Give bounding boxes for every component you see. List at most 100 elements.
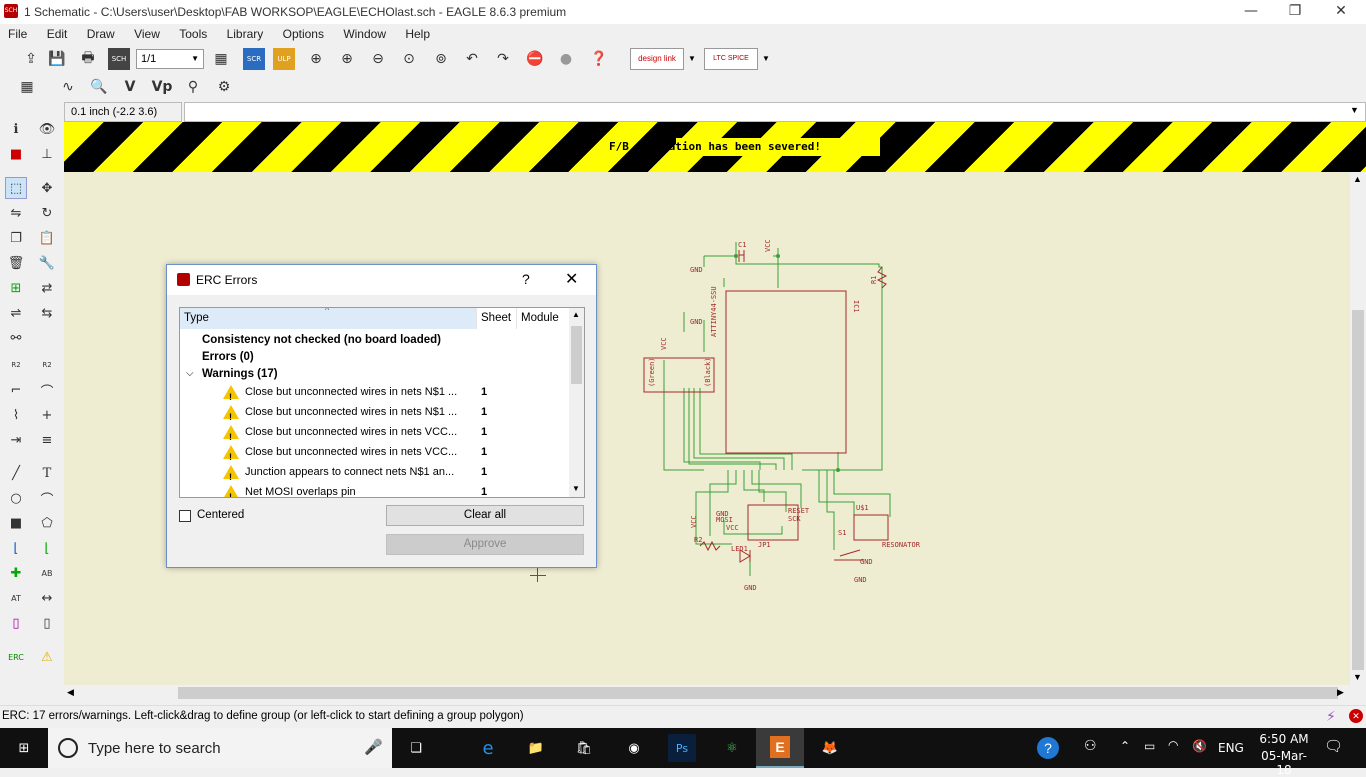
move-icon[interactable]: ✥ <box>36 177 58 199</box>
menu-view[interactable]: View <box>126 24 168 41</box>
battery-icon[interactable]: ▭ <box>1144 739 1155 753</box>
dialog-close-button[interactable]: ✕ <box>565 269 578 288</box>
delete-icon[interactable]: 🗑 <box>5 252 27 274</box>
zoom-select-icon[interactable]: ⊚ <box>430 48 452 70</box>
list-scrollbar[interactable]: ▲ ▼ <box>569 308 584 497</box>
polygon-icon[interactable]: ⬠ <box>36 512 58 534</box>
chevron-down-icon[interactable]: ⌵ <box>186 364 194 384</box>
swap-gate-icon[interactable]: ⇆ <box>36 302 58 324</box>
replace-icon[interactable]: ⇄ <box>36 277 58 299</box>
help-icon[interactable]: ❓ <box>588 48 610 70</box>
port-icon[interactable]: ▯ <box>36 612 58 634</box>
notifications-icon[interactable]: 🗨 <box>1324 737 1343 755</box>
chevron-up-icon[interactable]: ⌃ <box>1120 739 1130 753</box>
table-row[interactable]: Junction appears to connect nets N$1 an.… <box>180 462 570 487</box>
table-row[interactable]: Close but unconnected wires in nets VCC.… <box>180 442 570 467</box>
save-icon[interactable]: 💾 <box>46 48 68 70</box>
webcam-icon[interactable]: ◉ <box>620 734 648 762</box>
pin-swap-icon[interactable]: ⇥ <box>5 429 27 451</box>
scroll-up-icon[interactable]: ▲ <box>572 310 580 319</box>
photoshop-icon[interactable]: Ps <box>668 734 696 762</box>
eye-icon[interactable]: 👁 <box>36 118 58 140</box>
column-header-sheet[interactable]: Sheet <box>477 308 517 329</box>
slice-icon[interactable]: ⌇ <box>5 404 27 426</box>
taskbar-search[interactable]: Type here to search 🎤 <box>48 728 392 768</box>
invoke-icon[interactable]: ⇌ <box>5 302 27 324</box>
stop-icon[interactable]: ⛔ <box>524 48 546 70</box>
erc-icon[interactable]: ERC <box>5 646 27 668</box>
stop-command-icon[interactable]: ✕ <box>1349 709 1363 723</box>
miter-icon[interactable]: ⌐ <box>5 379 27 401</box>
scroll-left-icon[interactable]: ◀ <box>67 687 74 698</box>
volume-icon[interactable]: 🔇 <box>1192 739 1207 753</box>
chevron-down-icon[interactable]: ▼ <box>1350 105 1359 115</box>
command-input[interactable] <box>184 102 1366 122</box>
ulp-icon[interactable]: ULP <box>273 48 295 70</box>
menu-options[interactable]: Options <box>275 24 332 41</box>
add-part-icon[interactable]: ⊞ <box>5 277 27 299</box>
gear-icon[interactable]: ⚙ <box>213 76 235 98</box>
wifi-icon[interactable]: ◠ <box>1168 738 1178 752</box>
net-icon[interactable]: ⌊ <box>5 537 27 559</box>
sch-brd-switch-icon[interactable]: SCH <box>108 48 130 70</box>
circle-icon[interactable]: ○ <box>5 487 27 509</box>
warning-icon[interactable]: ⚠ <box>36 646 58 668</box>
value-icon[interactable]: V <box>119 76 141 98</box>
menu-edit[interactable]: Edit <box>39 24 76 41</box>
store-icon[interactable]: 🛍 <box>570 734 598 762</box>
table-row[interactable]: Close but unconnected wires in nets N$1 … <box>180 402 570 427</box>
erc-error-list[interactable]: Type ^ Sheet Module Consistency not chec… <box>179 307 585 498</box>
table-row[interactable]: Close but unconnected wires in nets VCC.… <box>180 422 570 447</box>
zoom-out-icon[interactable]: ⊖ <box>367 48 389 70</box>
dialog-help-button[interactable]: ? <box>522 271 530 287</box>
centered-checkbox[interactable] <box>179 510 191 522</box>
junction-add-icon[interactable]: + <box>36 404 58 426</box>
text-icon[interactable]: T <box>36 462 58 484</box>
firefox-icon[interactable]: 🦊 <box>816 734 844 762</box>
language-indicator[interactable]: ENG <box>1218 741 1244 755</box>
windows-start-icon[interactable]: ⊞ <box>10 734 38 762</box>
list-item-warnings[interactable]: ⌵ Warnings (17) <box>180 364 570 384</box>
dimension-icon[interactable]: ↔ <box>36 587 58 609</box>
print-icon[interactable]: 🖶 <box>77 48 99 70</box>
wrench-icon[interactable]: 🔧 <box>36 252 58 274</box>
arc-icon[interactable]: ⌒ <box>36 487 58 509</box>
layer-icon[interactable]: ■ <box>5 143 27 165</box>
junction-icon[interactable]: ✚ <box>5 562 27 584</box>
clock-date[interactable]: 05-Mar-18 <box>1256 749 1312 777</box>
menu-window[interactable]: Window <box>335 24 394 41</box>
horizontal-scrollbar[interactable]: ◀ ▶ <box>64 685 1350 701</box>
grid-icon[interactable]: ▦ <box>16 76 38 98</box>
search-icon[interactable]: 🔍 <box>88 76 110 98</box>
eagle-taskbar-button[interactable]: E <box>756 728 804 768</box>
bus-icon[interactable]: ⌊ <box>36 537 58 559</box>
arduino-icon[interactable]: ⚛ <box>718 734 746 762</box>
name-icon[interactable]: R2 <box>5 354 27 376</box>
attribute-icon[interactable]: AT <box>5 587 27 609</box>
script-icon[interactable]: SCR <box>243 48 265 70</box>
vertical-scrollbar[interactable]: ▲ ▼ <box>1350 172 1366 685</box>
module-icon[interactable]: ▯ <box>5 612 27 634</box>
approve-button[interactable]: Approve <box>386 534 584 555</box>
open-icon[interactable]: ⇪ <box>20 48 42 70</box>
file-explorer-icon[interactable]: 📁 <box>522 734 550 762</box>
zoom-in-icon[interactable]: ⊕ <box>336 48 358 70</box>
align-icon[interactable]: ≡ <box>36 429 58 451</box>
chevron-down-icon[interactable]: ▼ <box>762 54 770 63</box>
menu-draw[interactable]: Draw <box>79 24 123 41</box>
microphone-icon[interactable]: 🎤 <box>364 738 383 756</box>
rotate-icon[interactable]: ↻ <box>36 202 58 224</box>
minimize-button[interactable]: — <box>1228 0 1274 24</box>
undo-icon[interactable]: ↶ <box>461 48 483 70</box>
zoom-fit-icon[interactable]: ⊕ <box>305 48 327 70</box>
menu-library[interactable]: Library <box>219 24 272 41</box>
clear-all-button[interactable]: Clear all <box>386 505 584 526</box>
info-icon[interactable]: ℹ <box>5 118 27 140</box>
ltspice-button[interactable]: LTC SPICE <box>704 48 758 70</box>
part-value-icon[interactable]: Vp <box>151 76 173 98</box>
lightning-icon[interactable]: ⚡ <box>1326 708 1336 725</box>
split-icon[interactable]: ⚯ <box>5 327 27 349</box>
vertical-scroll-thumb[interactable] <box>1352 310 1364 670</box>
arc-bend-icon[interactable]: ⌒ <box>36 379 58 401</box>
zoom-redraw-icon[interactable]: ⊙ <box>398 48 420 70</box>
